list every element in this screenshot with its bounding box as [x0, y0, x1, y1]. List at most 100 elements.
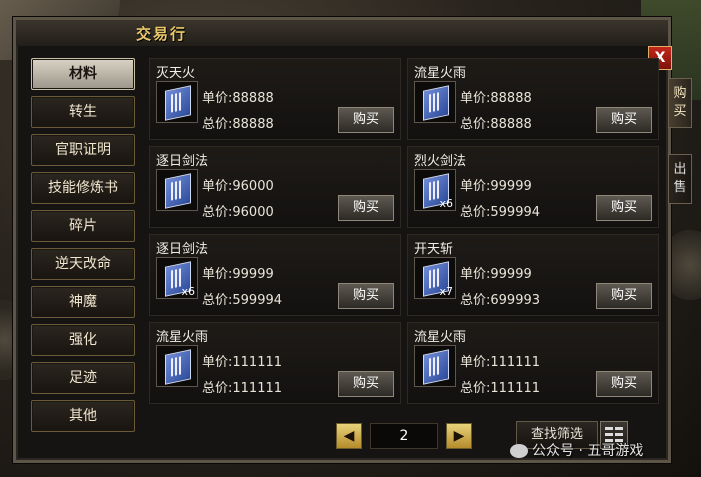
- listing-card: 开天斩 x7 单价:99999 总价:699993 购买: [407, 234, 659, 316]
- item-name: 流星火雨: [414, 330, 467, 345]
- skill-book-icon: [165, 349, 191, 385]
- unit-price-row: 单价:88888: [202, 87, 274, 106]
- total-price-label: 总价:: [460, 205, 491, 220]
- grid-bar: [615, 427, 623, 430]
- unit-price-value: 99999: [490, 267, 532, 282]
- unit-price-row: 单价:96000: [202, 175, 274, 194]
- total-price-value: 599994: [232, 293, 283, 308]
- listing-card: 灭天火 单价:88888 总价:88888 购买: [149, 58, 401, 140]
- category-footprint[interactable]: 足迹: [31, 362, 135, 394]
- listing-grid: 灭天火 单价:88888 总价:88888 购买 流星火雨 单价:88888 总…: [149, 58, 659, 404]
- buy-button[interactable]: 购买: [338, 107, 394, 133]
- item-slot[interactable]: [156, 169, 198, 211]
- unit-price-row: 单价:111111: [202, 351, 282, 370]
- total-price-row: 总价:111111: [202, 377, 282, 396]
- buy-button[interactable]: 购买: [596, 107, 652, 133]
- total-price-value: 96000: [232, 205, 274, 220]
- unit-price-label: 单价:: [460, 91, 491, 106]
- item-quantity: x7: [439, 285, 453, 298]
- total-price-label: 总价:: [202, 205, 233, 220]
- buy-button[interactable]: 购买: [338, 371, 394, 397]
- total-price-row: 总价:599994: [202, 289, 282, 308]
- total-price-row: 总价:699993: [460, 289, 540, 308]
- listing-card: 烈火剑法 x6 单价:99999 总价:599994 购买: [407, 146, 659, 228]
- unit-price-row: 单价:111111: [460, 351, 540, 370]
- buy-button[interactable]: 购买: [338, 283, 394, 309]
- category-other[interactable]: 其他: [31, 400, 135, 432]
- total-price-row: 总价:599994: [460, 201, 540, 220]
- item-name: 开天斩: [414, 242, 454, 257]
- buy-button[interactable]: 购买: [596, 371, 652, 397]
- unit-price-value: 88888: [490, 91, 532, 106]
- unit-price-label: 单价:: [460, 355, 491, 370]
- item-slot[interactable]: [156, 345, 198, 387]
- wechat-icon: [510, 444, 528, 458]
- total-price-value: 88888: [490, 117, 532, 132]
- item-quantity: x6: [439, 197, 453, 210]
- listing-card: 流星火雨 单价:88888 总价:88888 购买: [407, 58, 659, 140]
- listing-card: 逐日剑法 单价:96000 总价:96000 购买: [149, 146, 401, 228]
- unit-price-value: 111111: [490, 355, 541, 370]
- skill-book-icon: [423, 85, 449, 121]
- total-price-row: 总价:88888: [460, 113, 532, 132]
- unit-price-label: 单价:: [202, 91, 233, 106]
- category-rebirth[interactable]: 转生: [31, 96, 135, 128]
- total-price-label: 总价:: [460, 117, 491, 132]
- prev-page-button[interactable]: ◀: [336, 423, 362, 449]
- category-fragments[interactable]: 碎片: [31, 210, 135, 242]
- unit-price-label: 单价:: [202, 179, 233, 194]
- unit-price-value: 99999: [490, 179, 532, 194]
- category-fate[interactable]: 逆天改命: [31, 248, 135, 280]
- window-title: 交易行: [136, 25, 188, 43]
- unit-price-row: 单价:99999: [202, 263, 274, 282]
- item-quantity: x6: [181, 285, 195, 298]
- grid-bar: [615, 433, 623, 436]
- item-name: 灭天火: [156, 66, 196, 81]
- item-name: 流星火雨: [414, 66, 467, 81]
- next-page-button[interactable]: ▶: [446, 423, 472, 449]
- watermark-text: 公众号 · 五哥游戏: [532, 443, 644, 459]
- unit-price-row: 单价:88888: [460, 87, 532, 106]
- trading-house-window: 交易行 X 购买 出售 材料 转生 官职证明 技能修炼书 碎片 逆天改命 神魔 …: [13, 17, 692, 463]
- total-price-value: 88888: [232, 117, 274, 132]
- unit-price-row: 单价:99999: [460, 263, 532, 282]
- unit-price-label: 单价:: [202, 355, 233, 370]
- tab-buy[interactable]: 购买: [668, 78, 692, 128]
- total-price-label: 总价:: [460, 381, 491, 396]
- tab-sell[interactable]: 出售: [668, 154, 692, 204]
- watermark: 公众号 · 五哥游戏: [510, 440, 643, 460]
- grid-bar: [605, 427, 613, 430]
- unit-price-label: 单价:: [460, 267, 491, 282]
- item-slot[interactable]: [414, 345, 456, 387]
- total-price-label: 总价:: [202, 381, 233, 396]
- category-materials[interactable]: 材料: [31, 58, 135, 90]
- buy-button[interactable]: 购买: [596, 195, 652, 221]
- unit-price-value: 96000: [232, 179, 274, 194]
- category-gods-demons[interactable]: 神魔: [31, 286, 135, 318]
- item-slot[interactable]: [414, 81, 456, 123]
- total-price-value: 111111: [232, 381, 283, 396]
- listing-card: 流星火雨 单价:111111 总价:111111 购买: [149, 322, 401, 404]
- category-enhance[interactable]: 强化: [31, 324, 135, 356]
- title-bar[interactable]: 交易行: [16, 20, 668, 46]
- item-slot[interactable]: x7: [414, 257, 456, 299]
- item-slot[interactable]: [156, 81, 198, 123]
- item-name: 烈火剑法: [414, 154, 467, 169]
- total-price-value: 599994: [490, 205, 541, 220]
- category-official-certificate[interactable]: 官职证明: [31, 134, 135, 166]
- item-slot[interactable]: x6: [414, 169, 456, 211]
- item-name: 流星火雨: [156, 330, 209, 345]
- category-skill-books[interactable]: 技能修炼书: [31, 172, 135, 204]
- unit-price-value: 111111: [232, 355, 283, 370]
- unit-price-row: 单价:99999: [460, 175, 532, 194]
- buy-button[interactable]: 购买: [338, 195, 394, 221]
- unit-price-label: 单价:: [460, 179, 491, 194]
- buy-button[interactable]: 购买: [596, 283, 652, 309]
- total-price-value: 111111: [490, 381, 541, 396]
- total-price-label: 总价:: [202, 293, 233, 308]
- total-price-row: 总价:96000: [202, 201, 274, 220]
- item-slot[interactable]: x6: [156, 257, 198, 299]
- grid-bar: [605, 433, 613, 436]
- skill-book-icon: [165, 85, 191, 121]
- total-price-label: 总价:: [202, 117, 233, 132]
